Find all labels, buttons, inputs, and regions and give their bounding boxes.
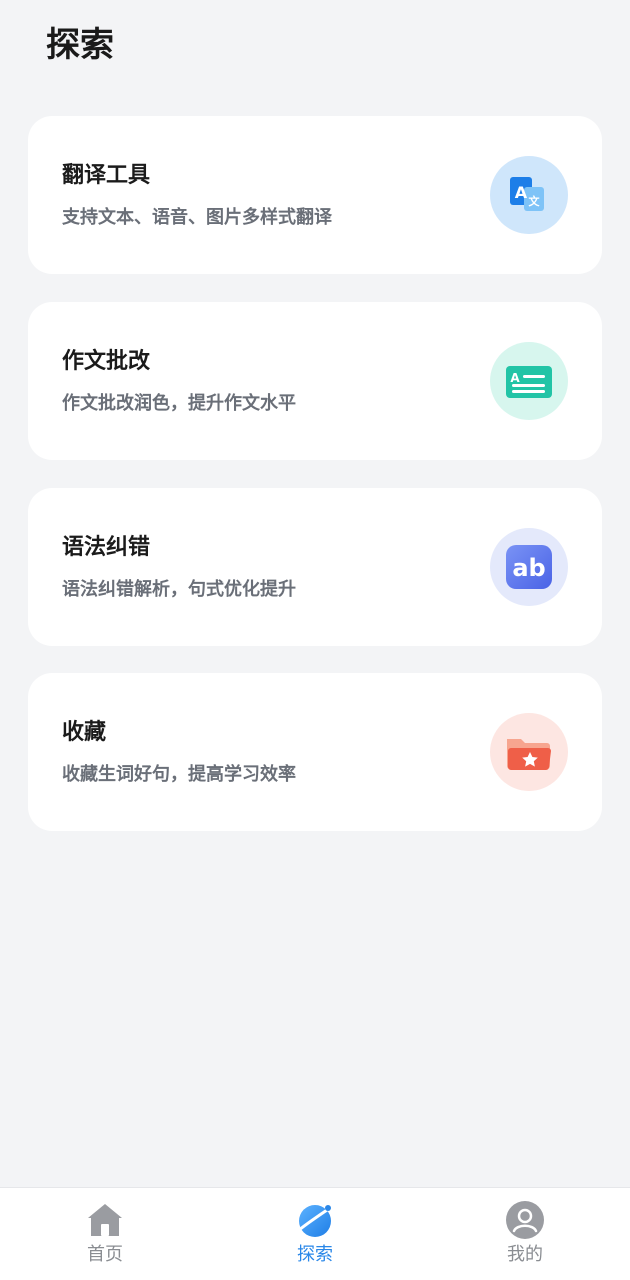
grammar-ab-text: ab: [512, 554, 545, 582]
translate-letter-wen: 文: [529, 194, 541, 208]
card-translate-tool[interactable]: 翻译工具 支持文本、语音、图片多样式翻译 A 文: [28, 116, 602, 274]
translate-icon: A 文: [490, 156, 568, 234]
tab-label: 探索: [297, 1244, 333, 1265]
card-title: 翻译工具: [62, 163, 151, 188]
tab-explore[interactable]: 探索: [210, 1188, 420, 1280]
card-title: 语法纠错: [62, 535, 151, 560]
tab-home[interactable]: 首页: [0, 1188, 210, 1280]
translate-letter-a: A: [515, 183, 528, 202]
card-grammar-correction[interactable]: 语法纠错 语法纠错解析，句式优化提升 ab: [28, 488, 602, 646]
bottom-tab-bar: 首页 探索 我的: [0, 1187, 630, 1280]
home-icon: [85, 1200, 125, 1240]
tab-mine[interactable]: 我的: [420, 1188, 630, 1280]
tab-label: 我的: [507, 1244, 543, 1265]
page-title: 探索: [46, 25, 114, 65]
essay-letter-a: A: [510, 371, 520, 385]
profile-icon: [505, 1200, 545, 1240]
card-title: 作文批改: [62, 349, 151, 374]
card-desc: 收藏生词好句，提高学习效率: [62, 764, 296, 785]
card-desc: 支持文本、语音、图片多样式翻译: [62, 207, 332, 228]
grammar-icon-svg: ab: [506, 545, 552, 589]
translate-icon-svg: A 文: [510, 177, 544, 211]
essay-icon: A: [490, 342, 568, 420]
card-desc: 语法纠错解析，句式优化提升: [62, 579, 296, 600]
card-desc: 作文批改润色，提升作文水平: [62, 393, 296, 414]
card-favorites[interactable]: 收藏 收藏生词好句，提高学习效率: [28, 673, 602, 831]
card-title: 收藏: [62, 720, 107, 745]
card-essay-correction[interactable]: 作文批改 作文批改润色，提升作文水平 A: [28, 302, 602, 460]
folder-star-icon-svg: [507, 739, 551, 770]
tab-label: 首页: [87, 1244, 123, 1265]
planet-icon: [295, 1200, 335, 1240]
grammar-icon: ab: [490, 528, 568, 606]
essay-icon-svg: A: [506, 366, 552, 398]
folder-star-icon: [490, 713, 568, 791]
